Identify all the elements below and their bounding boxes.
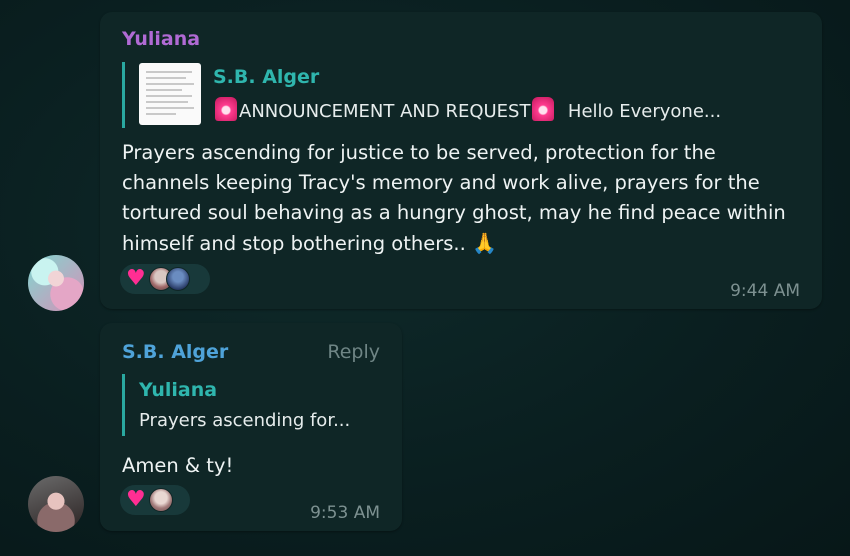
quoted-snippet-a: ANNOUNCEMENT AND REQUEST xyxy=(239,101,531,122)
quoted-snippet-b: Hello Everyone... xyxy=(556,101,722,122)
quoted-snippet: ANNOUNCEMENT AND REQUEST Hello Everyone.… xyxy=(213,97,721,122)
user-avatar-yuliana[interactable] xyxy=(28,255,84,311)
message-time: 9:44 AM xyxy=(730,281,800,301)
message-bubble-yuliana[interactable]: Yuliana S.B. Alger ANNOUNCEMENT AND REQU… xyxy=(100,12,822,309)
quoted-author: Yuliana xyxy=(139,379,218,401)
reply-button[interactable]: Reply xyxy=(327,341,380,363)
message-body: Prayers ascending for justice to be serv… xyxy=(122,141,786,255)
heart-icon: ♥ xyxy=(126,487,146,512)
reaction-pill[interactable]: ♥ xyxy=(120,485,190,515)
quoted-author: S.B. Alger xyxy=(213,66,320,88)
reaction-pill[interactable]: ♥ xyxy=(120,264,210,294)
reply-quote[interactable]: Yuliana Prayers ascending for... xyxy=(122,374,397,436)
quoted-thumbnail xyxy=(139,63,201,125)
folded-hands-emoji-icon: 🙏 xyxy=(472,231,497,255)
reactor-avatar-icon xyxy=(148,488,173,512)
message-time: 9:53 AM xyxy=(310,503,380,523)
message-text: Prayers ascending for justice to be serv… xyxy=(122,138,802,259)
message-bubble-sb-alger[interactable]: S.B. Alger Reply Yuliana Prayers ascendi… xyxy=(100,323,402,531)
sender-name[interactable]: Yuliana xyxy=(122,28,200,50)
siren-emoji-icon xyxy=(532,97,555,121)
reply-quote[interactable]: S.B. Alger ANNOUNCEMENT AND REQUEST Hell… xyxy=(122,62,817,128)
message-text: Amen & ty! xyxy=(122,454,234,477)
reactor-avatar-icon xyxy=(165,267,190,291)
sender-name[interactable]: S.B. Alger xyxy=(122,341,228,363)
quoted-snippet: Prayers ascending for... xyxy=(139,410,351,431)
siren-emoji-icon xyxy=(215,97,237,121)
heart-icon: ♥ xyxy=(126,266,146,291)
user-avatar-sb-alger[interactable] xyxy=(28,476,84,532)
